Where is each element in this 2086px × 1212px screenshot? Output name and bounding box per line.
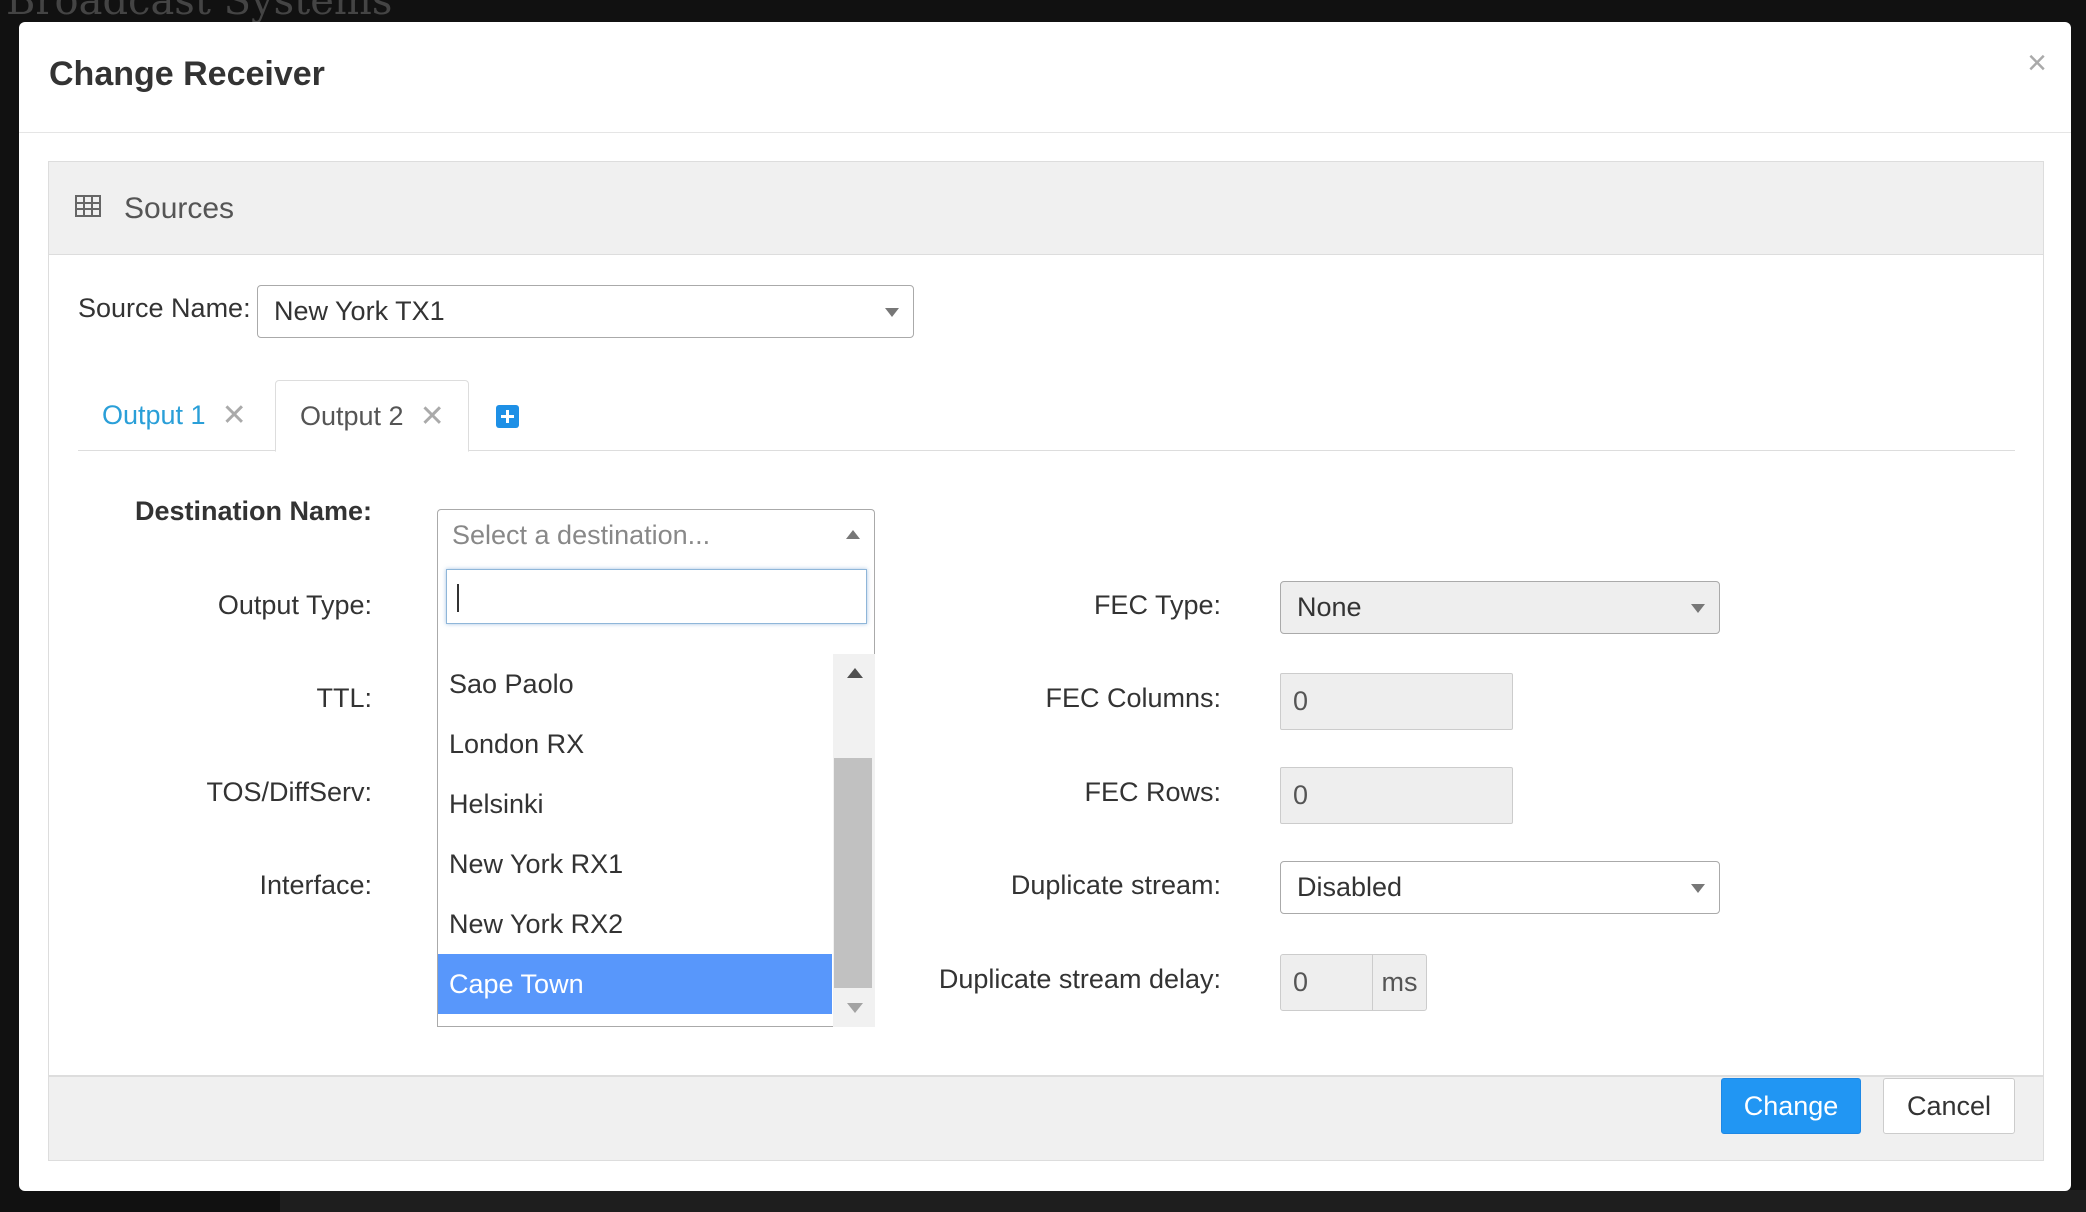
interface-label: Interface:	[259, 870, 372, 900]
modal-header: Change Receiver ×	[19, 22, 2071, 133]
tab-output-2[interactable]: Output 2 ✕	[275, 380, 469, 452]
change-button[interactable]: Change	[1721, 1078, 1861, 1134]
destination-option[interactable]: New York RX1	[438, 834, 832, 894]
tab-label: Output 1	[102, 400, 206, 430]
fec-rows-input[interactable]: 0	[1280, 767, 1513, 824]
destination-name-label: Destination Name:	[134, 496, 372, 526]
destination-options-list: Sao Paolo London RX Helsinki New York RX…	[438, 654, 832, 1027]
duplicate-stream-select[interactable]: Disabled	[1280, 861, 1720, 914]
modal-title: Change Receiver	[49, 55, 325, 93]
destination-name-select[interactable]: Select a destination...	[437, 509, 875, 561]
destination-dropdown: Sao Paolo London RX Helsinki New York RX…	[437, 560, 875, 1027]
ttl-label: TTL:	[316, 683, 372, 713]
panel-title: Sources	[124, 192, 235, 225]
fec-type-value: None	[1297, 592, 1362, 622]
scroll-up-arrow-icon[interactable]	[847, 668, 863, 678]
destination-placeholder: Select a destination...	[452, 519, 711, 550]
cancel-button[interactable]: Cancel	[1883, 1078, 2015, 1134]
text-cursor	[457, 584, 459, 612]
tab-close-icon[interactable]: ✕	[420, 399, 445, 434]
chevron-up-icon	[846, 530, 860, 539]
sources-panel: Sources Source Name: New York TX1 Output…	[48, 161, 2044, 1076]
background-footer-strip	[280, 1190, 2086, 1212]
fec-rows-label: FEC Rows:	[1084, 777, 1221, 807]
destination-option[interactable]: Helsinki	[438, 774, 832, 834]
scrollbar-thumb[interactable]	[834, 758, 872, 988]
modal-close-button[interactable]: ×	[2027, 44, 2047, 83]
output-tabs: Output 1 ✕ Output 2 ✕	[78, 380, 2015, 452]
tab-output-1[interactable]: Output 1 ✕	[78, 380, 270, 451]
scroll-down-arrow-icon[interactable]	[847, 1003, 863, 1013]
fec-columns-input[interactable]: 0	[1280, 673, 1513, 730]
fec-columns-label: FEC Columns:	[1045, 683, 1221, 713]
fec-type-label: FEC Type:	[1093, 590, 1221, 620]
chevron-down-icon	[1691, 883, 1705, 893]
destination-option-highlighted[interactable]: Cape Town	[438, 954, 832, 1014]
duplicate-stream-label: Duplicate stream:	[1010, 870, 1221, 900]
tab-label: Output 2	[300, 400, 404, 431]
duplicate-stream-value: Disabled	[1297, 872, 1403, 902]
source-name-label: Source Name:	[78, 293, 251, 323]
tos-diffserv-label: TOS/DiffServ:	[206, 777, 372, 807]
destination-option[interactable]: New York RX2	[438, 894, 832, 954]
change-receiver-modal: Change Receiver × Sources Source Name: N…	[19, 22, 2071, 1191]
output-type-label: Output Type:	[217, 590, 372, 620]
duplicate-stream-delay-input[interactable]: 0	[1280, 954, 1373, 1011]
plus-square-icon[interactable]	[496, 405, 519, 428]
duplicate-stream-delay-label: Duplicate stream delay:	[938, 964, 1221, 994]
source-name-select[interactable]: New York TX1	[257, 285, 914, 338]
ms-unit-addon: ms	[1372, 954, 1427, 1011]
table-icon	[75, 195, 101, 217]
source-name-value: New York TX1	[274, 296, 445, 326]
fec-type-select[interactable]: None	[1280, 581, 1720, 634]
destination-search-input[interactable]	[446, 569, 867, 624]
destination-option[interactable]: London RX	[438, 714, 832, 774]
destination-option[interactable]: Sao Paolo	[438, 654, 832, 714]
tab-close-icon[interactable]: ✕	[222, 398, 247, 433]
panel-heading: Sources	[49, 162, 2043, 255]
chevron-down-icon	[1691, 603, 1705, 613]
dropdown-scrollbar[interactable]	[833, 654, 875, 1027]
chevron-down-icon	[885, 307, 899, 317]
background-app-title: Broadcast Systems	[6, 0, 393, 24]
